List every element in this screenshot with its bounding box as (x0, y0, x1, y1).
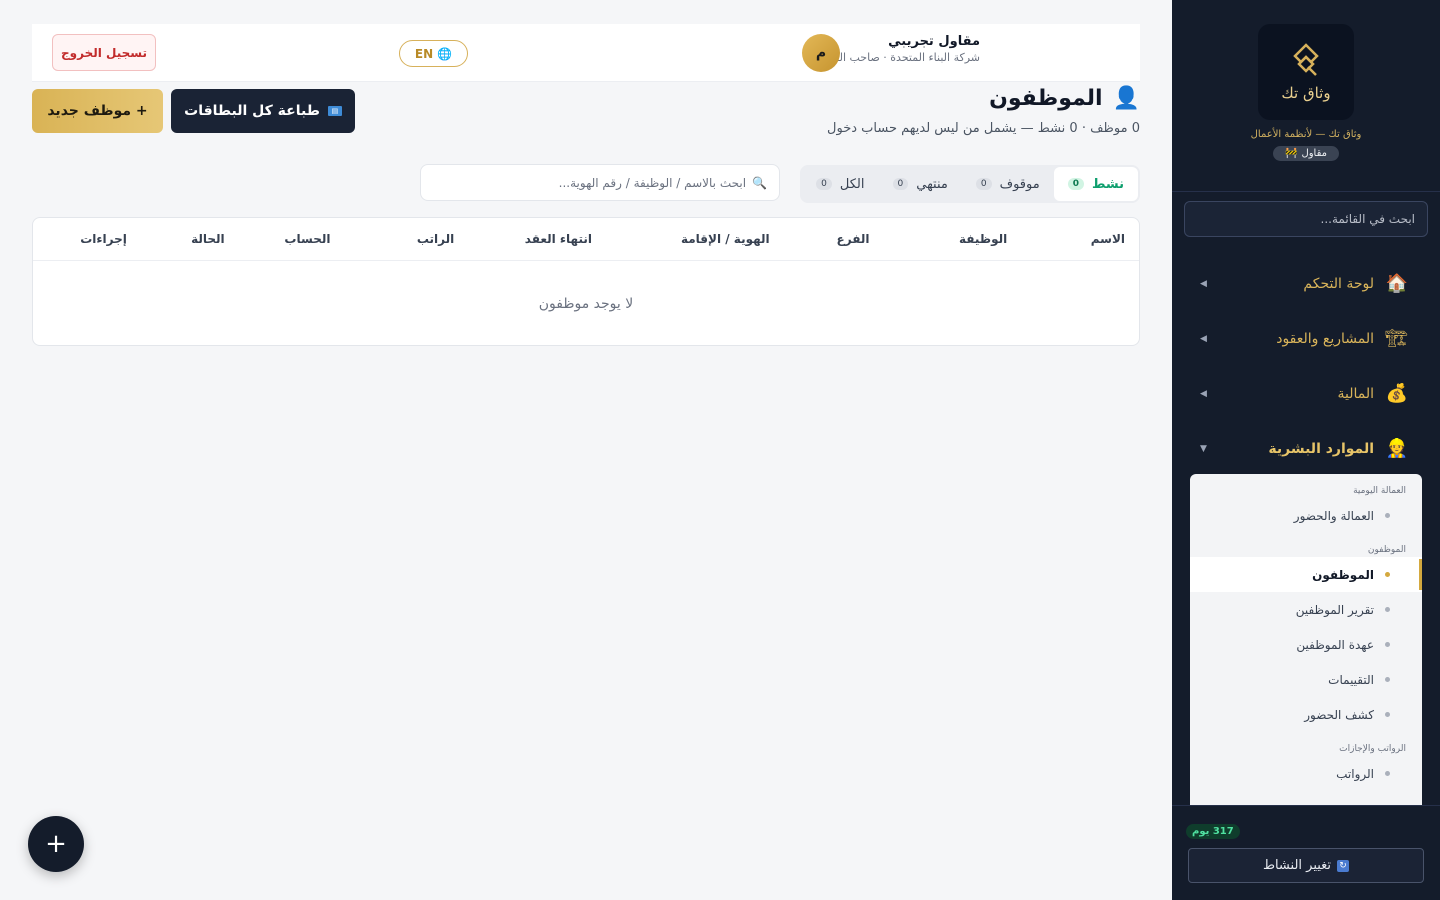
chevron-left-icon: ◀ (1200, 278, 1207, 289)
days-remaining-badge: 317 يوم (1186, 824, 1240, 839)
role-badge-label: مقاول (1301, 148, 1328, 159)
search-icon: 🔍 (752, 175, 767, 190)
role-badge: مقاول 🚧 (1273, 146, 1340, 161)
add-fab-button[interactable]: + (28, 816, 84, 872)
tab-count: 0 (892, 178, 909, 190)
column-header[interactable]: الحساب (225, 232, 330, 246)
change-activity-label: تغيير النشاط (1262, 858, 1332, 873)
sidebar-item-label: المشاريع والعقود (1276, 330, 1374, 347)
submenu-item-label: كشف الحضور (1304, 707, 1374, 722)
submenu-group-label: الموظفون (1367, 545, 1406, 555)
status-tabs: نشط 0 موقوف 0 منتهي 0 الكل 0 (800, 165, 1140, 203)
page-subtitle: 0 موظف · 0 نشط — يشمل من ليس لديهم حساب … (827, 121, 1140, 136)
submenu-item-label: تقرير الموظفين (1295, 602, 1374, 617)
construction-icon: 🏗 (1385, 328, 1408, 349)
submenu-item-employees-report[interactable]: تقرير الموظفين (1190, 592, 1422, 627)
change-activity-button[interactable]: ↻ تغيير النشاط (1188, 848, 1424, 883)
column-header[interactable]: الوظيفة (869, 232, 1007, 246)
submenu-group-label: الرواتب والإجازات (1339, 744, 1406, 754)
logo-mark-icon (1293, 43, 1319, 76)
column-header[interactable]: الهوية / الإقامة (592, 232, 770, 246)
brand-tagline: وثاق تك — لأنظمة الأعمال (1250, 129, 1362, 140)
empty-state: لا يوجد موظفون (538, 295, 634, 312)
submenu-item-labor-attendance[interactable]: العمالة والحضور (1190, 498, 1422, 533)
plus-icon: + (45, 829, 67, 859)
page-title-text: الموظفون (989, 86, 1103, 111)
sidebar-item-dashboard[interactable]: 🏠 لوحة التحكم ◀ (1172, 256, 1440, 311)
id-card-icon: ▤ (327, 106, 342, 116)
sidebar-footer: 317 يوم ↻ تغيير النشاط (1172, 805, 1440, 900)
hr-submenu: العمالة اليومية العمالة والحضور الموظفون… (1190, 474, 1422, 805)
language-label: EN (414, 46, 434, 61)
app-logo[interactable]: وثاق تك (1258, 24, 1354, 120)
tab-active[interactable]: نشط 0 (1053, 167, 1138, 201)
house-icon: 🏠 (1385, 273, 1408, 294)
column-header[interactable]: انتهاء العقد (454, 232, 592, 246)
print-all-cards-button[interactable]: ▤ طباعة كل البطاقات (171, 89, 355, 133)
refresh-icon: ↻ (1337, 859, 1350, 872)
column-header: إجراءات (80, 232, 127, 246)
avatar[interactable]: م (802, 34, 840, 72)
chevron-left-icon: ◀ (1200, 388, 1207, 399)
submenu-item-label: التقييمات (1328, 672, 1374, 687)
submenu-item-label: العمالة والحضور (1293, 508, 1374, 523)
sidebar-item-finance[interactable]: 💰 المالية ◀ (1172, 366, 1440, 421)
sidebar-item-label: المالية (1337, 385, 1374, 402)
page-title: 👤 الموظفون (989, 86, 1140, 111)
sidebar-item-label: الموارد البشرية (1268, 440, 1374, 457)
submenu-item-attendance-sheet[interactable]: كشف الحضور (1190, 697, 1422, 732)
submenu-item-label: الرواتب (1336, 766, 1374, 781)
worker-icon: 👷 (1385, 438, 1408, 459)
sidebar-item-projects[interactable]: 🏗 المشاريع والعقود ◀ (1172, 311, 1440, 366)
logout-button[interactable]: تسجيل الخروج (52, 34, 156, 71)
tab-all[interactable]: الكل 0 (802, 167, 878, 201)
tab-count: 0 (816, 178, 832, 190)
tab-label: الكل (839, 176, 865, 192)
submenu-item-evaluations[interactable]: التقييمات (1190, 662, 1422, 697)
print-all-cards-label: طباعة كل البطاقات (184, 103, 320, 119)
employee-search: 🔍 (420, 164, 780, 201)
employee-search-input[interactable] (433, 175, 747, 190)
submenu-item-label: عهدة الموظفين (1296, 637, 1374, 652)
language-toggle-button[interactable]: EN 🌐 (399, 40, 468, 67)
column-header[interactable]: الحالة (127, 232, 225, 246)
column-header[interactable]: الاسم (1007, 232, 1125, 246)
construction-icon: 🚧 (1285, 148, 1298, 159)
brand-area: وثاق تك وثاق تك — لأنظمة الأعمال مقاول 🚧 (1172, 0, 1440, 192)
tab-label: موقوف (999, 176, 1040, 192)
submenu-item-label: الموظفون (1312, 567, 1374, 582)
sidebar-item-hr[interactable]: 👷 الموارد البشرية ▼ (1172, 421, 1440, 476)
sidebar: وثاق تك وثاق تك — لأنظمة الأعمال مقاول 🚧… (1172, 0, 1440, 900)
sidebar-search-input[interactable] (1184, 201, 1428, 237)
tab-label: نشط (1091, 176, 1124, 192)
tab-ended[interactable]: منتهي 0 (879, 167, 962, 201)
tab-label: منتهي (916, 176, 948, 192)
sidebar-nav: 🏠 لوحة التحكم ◀ 🏗 المشاريع والعقود ◀ 💰 ا… (1172, 256, 1440, 476)
column-header[interactable]: الراتب (330, 232, 454, 246)
tab-count: 0 (1067, 178, 1084, 190)
person-icon: 👤 (1112, 86, 1140, 111)
chevron-left-icon: ◀ (1200, 333, 1207, 344)
top-bar: مقاول تجريبي شركة البناء المتحدة · صاحب … (32, 24, 1140, 82)
submenu-group-label: العمالة اليومية (1353, 486, 1406, 496)
tab-count: 0 (975, 178, 992, 190)
tab-suspended[interactable]: موقوف 0 (962, 167, 1054, 201)
table-header: الاسم الوظيفة الفرع الهوية / الإقامة انت… (33, 218, 1139, 261)
globe-icon: 🌐 (437, 46, 453, 61)
submenu-item-employees-custody[interactable]: عهدة الموظفين (1190, 627, 1422, 662)
submenu-item-employees[interactable]: الموظفون (1190, 557, 1422, 592)
submenu-item-salaries[interactable]: الرواتب (1190, 756, 1422, 791)
new-employee-button[interactable]: + موظف جديد (32, 89, 163, 133)
logo-text: وثاق تك (1281, 84, 1331, 102)
money-bag-icon: 💰 (1385, 383, 1408, 404)
sidebar-item-label: لوحة التحكم (1303, 275, 1374, 292)
employees-table: الاسم الوظيفة الفرع الهوية / الإقامة انت… (32, 217, 1140, 346)
column-header[interactable]: الفرع (770, 232, 870, 246)
chevron-down-icon: ▼ (1200, 443, 1207, 454)
